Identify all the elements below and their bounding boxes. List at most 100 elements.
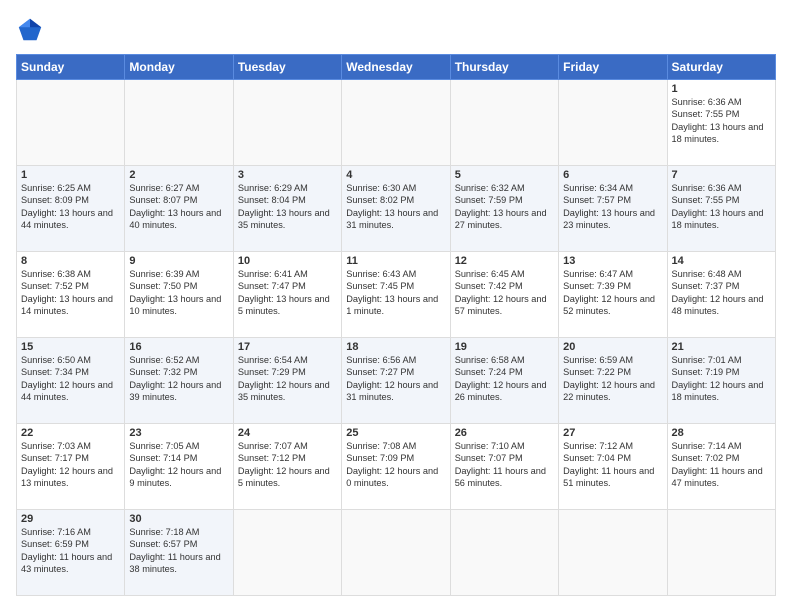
day-number: 12 [455, 255, 554, 267]
day-number: 21 [672, 341, 771, 353]
cell-info: Sunrise: 6:52 AMSunset: 7:32 PMDaylight:… [129, 355, 221, 402]
calendar-cell: 22Sunrise: 7:03 AMSunset: 7:17 PMDayligh… [17, 424, 125, 510]
cell-info: Sunrise: 6:34 AMSunset: 7:57 PMDaylight:… [563, 183, 655, 230]
calendar-week-5: 22Sunrise: 7:03 AMSunset: 7:17 PMDayligh… [17, 424, 776, 510]
day-number: 18 [346, 341, 445, 353]
day-number: 5 [455, 169, 554, 181]
day-number: 29 [21, 513, 120, 525]
cell-info: Sunrise: 6:43 AMSunset: 7:45 PMDaylight:… [346, 269, 438, 316]
cell-info: Sunrise: 6:30 AMSunset: 8:02 PMDaylight:… [346, 183, 438, 230]
calendar-cell: 29 Sunrise: 7:16 AMSunset: 6:59 PMDayligh… [17, 510, 125, 596]
calendar-cell: 6 Sunrise: 6:34 AMSunset: 7:57 PMDaylight… [559, 166, 667, 252]
calendar-cell [559, 80, 667, 166]
calendar-cell [17, 80, 125, 166]
day-number: 8 [21, 255, 120, 267]
calendar-cell [450, 80, 558, 166]
calendar-week-6: 29 Sunrise: 7:16 AMSunset: 6:59 PMDayligh… [17, 510, 776, 596]
logo-icon [16, 16, 44, 44]
calendar-cell [233, 510, 341, 596]
day-number: 25 [346, 427, 445, 439]
cell-info: Sunrise: 7:01 AMSunset: 7:19 PMDaylight:… [672, 355, 764, 402]
calendar-cell: 25 Sunrise: 7:08 AMSunset: 7:09 PMDayligh… [342, 424, 450, 510]
day-header-saturday: Saturday [667, 55, 775, 80]
day-number: 27 [563, 427, 662, 439]
logo [16, 16, 48, 44]
cell-info: Sunrise: 7:03 AMSunset: 7:17 PMDaylight:… [21, 441, 113, 488]
calendar-cell: 24Sunrise: 7:07 AMSunset: 7:12 PMDayligh… [233, 424, 341, 510]
day-number: 16 [129, 341, 228, 353]
cell-info: Sunrise: 6:29 AMSunset: 8:04 PMDaylight:… [238, 183, 330, 230]
calendar-week-1: 1 Sunrise: 6:36 AMSunset: 7:55 PMDaylight… [17, 80, 776, 166]
day-number: 10 [238, 255, 337, 267]
cell-info: Sunrise: 6:27 AMSunset: 8:07 PMDaylight:… [129, 183, 221, 230]
day-number: 13 [563, 255, 662, 267]
day-header-thursday: Thursday [450, 55, 558, 80]
calendar-cell: 13Sunrise: 6:47 AMSunset: 7:39 PMDayligh… [559, 252, 667, 338]
calendar-cell: 2 Sunrise: 6:27 AMSunset: 8:07 PMDaylight… [125, 166, 233, 252]
calendar-cell: 17Sunrise: 6:54 AMSunset: 7:29 PMDayligh… [233, 338, 341, 424]
calendar-cell [342, 80, 450, 166]
cell-info: Sunrise: 7:10 AMSunset: 7:07 PMDaylight:… [455, 441, 546, 488]
day-number: 6 [563, 169, 662, 181]
day-header-tuesday: Tuesday [233, 55, 341, 80]
day-number: 1 [21, 169, 120, 181]
day-number: 23 [129, 427, 228, 439]
day-number: 11 [346, 255, 445, 267]
calendar-cell: 19Sunrise: 6:58 AMSunset: 7:24 PMDayligh… [450, 338, 558, 424]
calendar-cell: 21 Sunrise: 7:01 AMSunset: 7:19 PMDayligh… [667, 338, 775, 424]
calendar-cell: 18 Sunrise: 6:56 AMSunset: 7:27 PMDayligh… [342, 338, 450, 424]
header [16, 16, 776, 44]
calendar-cell: 15Sunrise: 6:50 AMSunset: 7:34 PMDayligh… [17, 338, 125, 424]
day-number: 3 [238, 169, 337, 181]
calendar-cell [450, 510, 558, 596]
day-number: 7 [672, 169, 771, 181]
calendar-cell: 1Sunrise: 6:25 AMSunset: 8:09 PMDaylight… [17, 166, 125, 252]
day-header-sunday: Sunday [17, 55, 125, 80]
cell-info: Sunrise: 6:59 AMSunset: 7:22 PMDaylight:… [563, 355, 655, 402]
calendar-cell [233, 80, 341, 166]
cell-info: Sunrise: 6:45 AMSunset: 7:42 PMDaylight:… [455, 269, 547, 316]
calendar-cell: 7 Sunrise: 6:36 AMSunset: 7:55 PMDaylight… [667, 166, 775, 252]
calendar-week-3: 8 Sunrise: 6:38 AMSunset: 7:52 PMDaylight… [17, 252, 776, 338]
cell-info: Sunrise: 7:16 AMSunset: 6:59 PMDaylight:… [21, 527, 112, 574]
page: SundayMondayTuesdayWednesdayThursdayFrid… [0, 0, 792, 612]
cell-info: Sunrise: 7:18 AMSunset: 6:57 PMDaylight:… [129, 527, 220, 574]
calendar-cell: 27 Sunrise: 7:12 AMSunset: 7:04 PMDayligh… [559, 424, 667, 510]
calendar-cell: 26 Sunrise: 7:10 AMSunset: 7:07 PMDayligh… [450, 424, 558, 510]
day-number: 26 [455, 427, 554, 439]
calendar-table: SundayMondayTuesdayWednesdayThursdayFrid… [16, 54, 776, 596]
cell-info: Sunrise: 7:14 AMSunset: 7:02 PMDaylight:… [672, 441, 763, 488]
cell-info: Sunrise: 6:41 AMSunset: 7:47 PMDaylight:… [238, 269, 330, 316]
cell-info: Sunrise: 6:36 AMSunset: 7:55 PMDaylight:… [672, 183, 764, 230]
cell-info: Sunrise: 6:38 AMSunset: 7:52 PMDaylight:… [21, 269, 113, 316]
day-number: 30 [129, 513, 228, 525]
day-number: 4 [346, 169, 445, 181]
calendar-cell [559, 510, 667, 596]
calendar-cell: 4 Sunrise: 6:30 AMSunset: 8:02 PMDaylight… [342, 166, 450, 252]
day-number: 2 [129, 169, 228, 181]
cell-info: Sunrise: 6:32 AMSunset: 7:59 PMDaylight:… [455, 183, 547, 230]
cell-info: Sunrise: 6:50 AMSunset: 7:34 PMDaylight:… [21, 355, 113, 402]
day-number: 17 [238, 341, 337, 353]
cell-info: Sunrise: 7:08 AMSunset: 7:09 PMDaylight:… [346, 441, 438, 488]
calendar-cell: 30 Sunrise: 7:18 AMSunset: 6:57 PMDayligh… [125, 510, 233, 596]
calendar-cell [667, 510, 775, 596]
cell-info: Sunrise: 7:12 AMSunset: 7:04 PMDaylight:… [563, 441, 654, 488]
day-number: 20 [563, 341, 662, 353]
calendar-cell: 8 Sunrise: 6:38 AMSunset: 7:52 PMDaylight… [17, 252, 125, 338]
calendar-cell: 20 Sunrise: 6:59 AMSunset: 7:22 PMDayligh… [559, 338, 667, 424]
day-number: 9 [129, 255, 228, 267]
calendar-week-2: 1Sunrise: 6:25 AMSunset: 8:09 PMDaylight… [17, 166, 776, 252]
day-header-friday: Friday [559, 55, 667, 80]
calendar-cell: 10 Sunrise: 6:41 AMSunset: 7:47 PMDayligh… [233, 252, 341, 338]
calendar-cell: 14Sunrise: 6:48 AMSunset: 7:37 PMDayligh… [667, 252, 775, 338]
cell-info: Sunrise: 7:05 AMSunset: 7:14 PMDaylight:… [129, 441, 221, 488]
day-header-wednesday: Wednesday [342, 55, 450, 80]
cell-info: Sunrise: 6:36 AMSunset: 7:55 PMDaylight:… [672, 97, 764, 144]
calendar-cell: 23 Sunrise: 7:05 AMSunset: 7:14 PMDayligh… [125, 424, 233, 510]
cell-info: Sunrise: 6:56 AMSunset: 7:27 PMDaylight:… [346, 355, 438, 402]
day-number: 1 [672, 83, 771, 95]
day-number: 28 [672, 427, 771, 439]
calendar-cell: 5 Sunrise: 6:32 AMSunset: 7:59 PMDaylight… [450, 166, 558, 252]
day-number: 24 [238, 427, 337, 439]
